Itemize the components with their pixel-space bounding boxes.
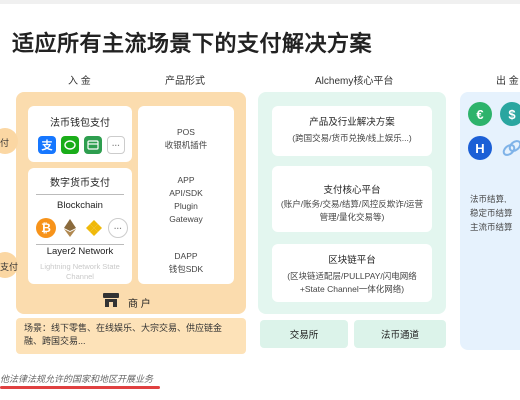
side-label-bottom: 支付: [0, 262, 19, 272]
column-label-product-form: 产品形式: [165, 76, 205, 87]
layer2-desc: Lightning Network State Channel: [40, 262, 120, 281]
blockchain-platform-box: 区块链平台 (区块链适配层/PULLPAY/闪电网络+State Channel…: [272, 244, 432, 302]
dollar-icon: $: [500, 102, 520, 126]
ethereum-glyph-icon: [64, 219, 76, 237]
form-pos: POS 收银机插件: [138, 126, 234, 152]
store-icon: [102, 292, 120, 308]
binance-icon: [84, 218, 104, 238]
chain-link-icon: [500, 136, 520, 160]
solutions-title: 产品及行业解决方案: [309, 117, 395, 128]
footer-note: 他法律法规允许的国家和地区开展业务: [0, 374, 154, 384]
form-dapp-line: 钱包SDK: [168, 264, 204, 274]
blockchain-label: Blockchain: [57, 200, 103, 211]
more-icon: ···: [107, 136, 125, 154]
layer2-label: Layer2 Network: [46, 246, 114, 257]
outbound-line: 稳定币结算: [470, 208, 513, 218]
layer2-rule: [36, 244, 124, 245]
crypto-pay-box: 数字货币支付 Blockchain ₿ ··· Layer2 Network L…: [28, 168, 132, 284]
form-app-line: Plugin: [174, 201, 198, 211]
solutions-box: 产品及行业解决方案 (跨国交易/货币兑换/线上娱乐...): [272, 106, 432, 156]
wechat-pay-icon: [61, 136, 79, 154]
blockchain-platform-title: 区块链平台: [328, 255, 376, 266]
h-coin-icon: H: [468, 136, 492, 160]
outbound-line: 主流币结算: [470, 222, 513, 232]
ethereum-icon: [60, 218, 80, 238]
form-app: APP API/SDK Plugin Gateway: [138, 174, 234, 226]
payment-core-desc: (账户/账务/交易/结算/风控反欺诈/运营管理/量化交易等): [280, 199, 424, 222]
column-label-alchemy: Alchemy核心平台: [315, 76, 394, 87]
form-app-line: Gateway: [169, 214, 203, 224]
form-pos-line: 收银机插件: [164, 140, 208, 150]
form-app-line: API/SDK: [169, 188, 203, 198]
crypto-more-icon: ···: [108, 218, 128, 238]
merchant-label: 商 户: [128, 299, 151, 310]
alipay-icon: 支: [38, 136, 56, 154]
payment-core-title: 支付核心平台: [323, 185, 381, 196]
solutions-desc: (跨国交易/货币兑换/线上娱乐...): [292, 133, 412, 143]
column-label-outbound: 出 金: [496, 76, 519, 87]
exchange-box: 交易所: [260, 320, 348, 348]
fiat-wallet-box: 法币钱包支付 支 ···: [28, 106, 132, 162]
side-label-top: 付: [0, 138, 10, 148]
form-app-line: APP: [177, 175, 195, 185]
wechat-glyph-icon: [64, 140, 76, 150]
merchant-bar: 商 户: [16, 290, 246, 314]
fiat-channel-box: 法币通道: [354, 320, 446, 348]
blockchain-platform-desc: (区块链适配层/PULLPAY/闪电网络+State Channel一体化网络): [287, 271, 417, 294]
unionpay-icon: [84, 136, 102, 154]
form-pos-line: POS: [177, 127, 195, 137]
form-dapp-line: DAPP: [174, 251, 198, 261]
top-rule: [0, 0, 520, 4]
fiat-wallet-title: 法币钱包支付: [50, 118, 110, 129]
binance-glyph-icon: [86, 220, 102, 236]
footer-underline: [0, 386, 160, 389]
payment-core-box: 支付核心平台 (账户/账务/交易/结算/风控反欺诈/运营管理/量化交易等): [272, 166, 432, 232]
outbound-line: 法币结算,: [470, 194, 507, 204]
bitcoin-icon: ₿: [36, 218, 56, 238]
blockchain-rule: [36, 194, 124, 195]
card-glyph-icon: [87, 140, 99, 150]
column-label-inbound: 入 金: [68, 76, 91, 87]
form-dapp: DAPP 钱包SDK: [138, 250, 234, 276]
euro-icon: €: [468, 102, 492, 126]
crypto-pay-title: 数字货币支付: [50, 178, 110, 189]
scenes-box: 场景：线下零售、在线娱乐、大宗交易、供应链金融、跨国交易...: [16, 318, 246, 354]
outbound-desc: 法币结算, 稳定币结算 主流币结算: [470, 192, 520, 234]
page-title: 适应所有主流场景下的支付解决方案: [12, 31, 373, 56]
